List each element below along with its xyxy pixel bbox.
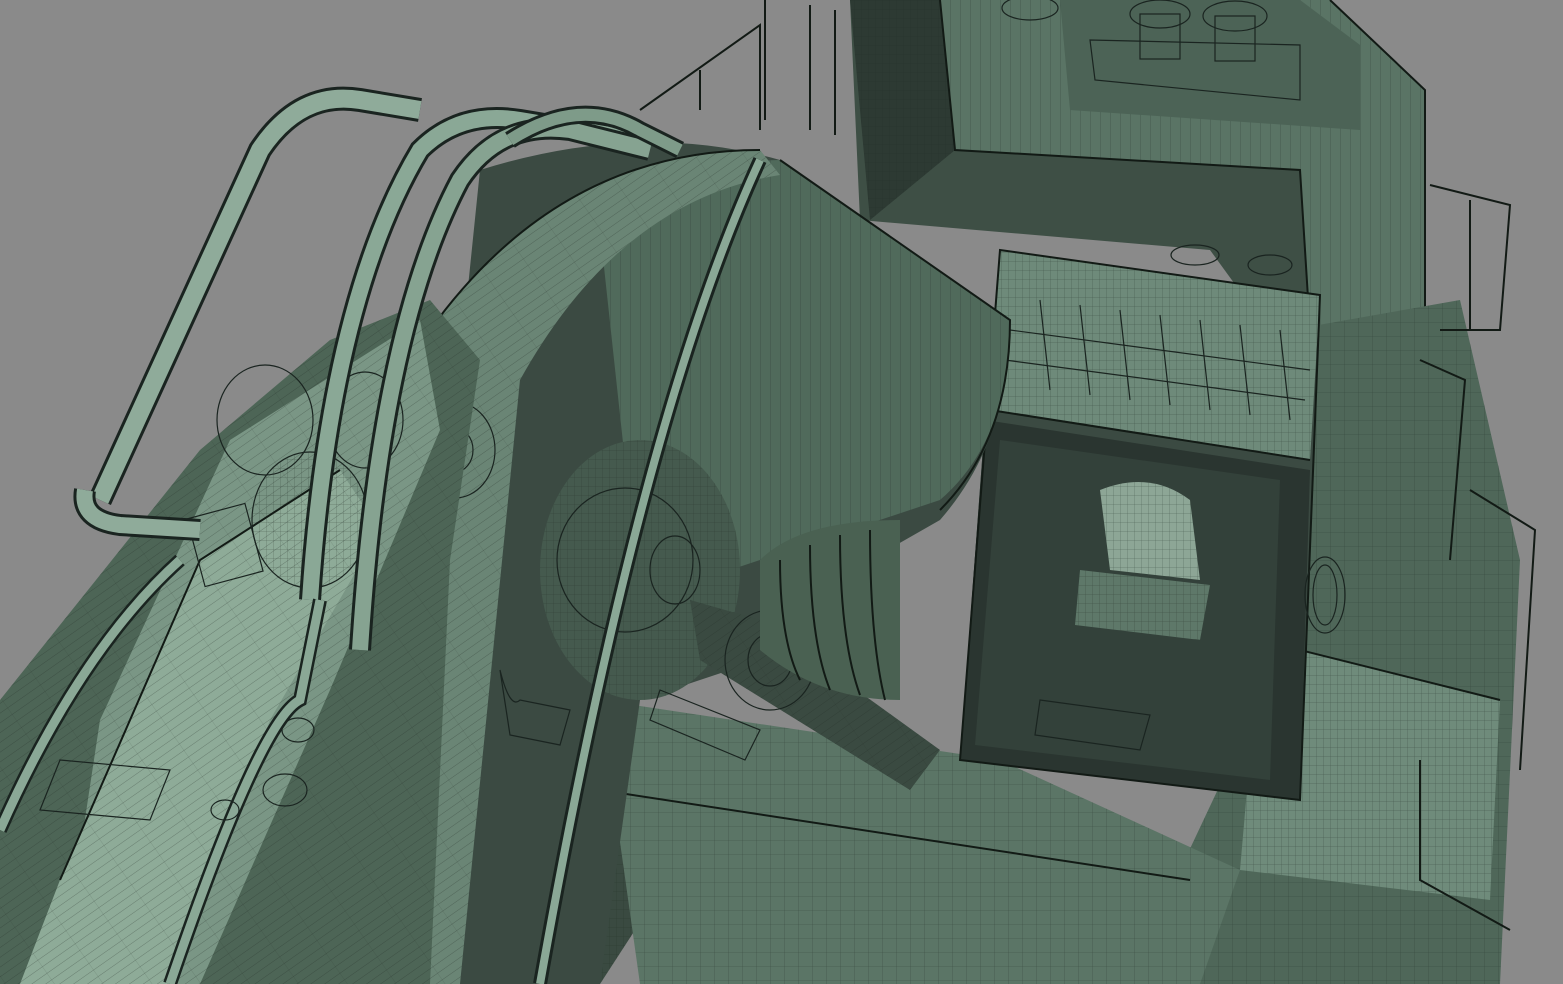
excavator-wireframe-model[interactable] xyxy=(0,0,1563,984)
3d-viewport[interactable] xyxy=(0,0,1563,984)
